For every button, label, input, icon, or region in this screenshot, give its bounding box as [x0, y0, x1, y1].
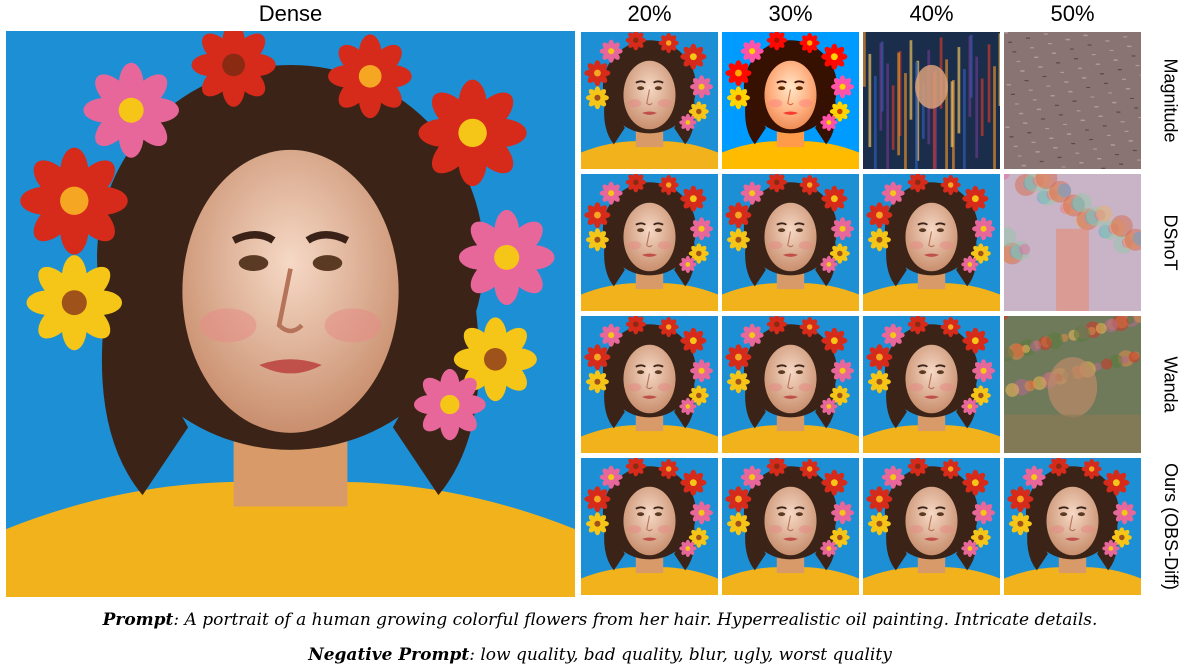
result-image-magnitude-20pct: [581, 32, 718, 169]
result-image-ours-50pct: [1004, 458, 1141, 595]
result-image-magnitude-40pct: [863, 32, 1000, 169]
row-label-magnitude: Magnitude: [1160, 58, 1181, 143]
sparsity-header-20: 20%: [627, 1, 672, 26]
result-image-ours-30pct: [722, 458, 859, 595]
prompt-line: Prompt: A portrait of a human growing co…: [0, 610, 1200, 630]
result-image-dsnot-20pct: [581, 174, 718, 311]
row-label-ours: Ours (OBS-Diff): [1160, 463, 1181, 590]
dense-portrait-image: [6, 31, 575, 597]
result-image-ours-20pct: [581, 458, 718, 595]
prompt-text: : A portrait of a human growing colorful…: [173, 610, 1098, 630]
prompt-label: Prompt: [102, 610, 174, 630]
negative-prompt-text: : low quality, bad quality, blur, ugly, …: [469, 645, 892, 665]
sparsity-header-40: 40%: [909, 1, 954, 26]
row-label-wanda: Wanda: [1160, 356, 1181, 413]
result-image-wanda-30pct: [722, 316, 859, 453]
result-image-ours-40pct: [863, 458, 1000, 595]
dense-header: Dense: [258, 1, 323, 26]
result-image-wanda-20pct: [581, 316, 718, 453]
result-image-magnitude-50pct: [1004, 32, 1141, 169]
negative-prompt-line: Negative Prompt: low quality, bad qualit…: [0, 645, 1200, 665]
result-image-wanda-50pct: [1004, 316, 1141, 453]
result-image-dsnot-30pct: [722, 174, 859, 311]
result-image-magnitude-30pct: [722, 32, 859, 169]
result-image-dsnot-50pct: [1004, 174, 1141, 311]
result-image-wanda-40pct: [863, 316, 1000, 453]
sparsity-header-50: 50%: [1050, 1, 1095, 26]
negative-prompt-label: Negative Prompt: [308, 645, 470, 665]
result-image-dsnot-40pct: [863, 174, 1000, 311]
row-label-dsnot: DSnoT: [1160, 214, 1181, 271]
sparsity-header-30: 30%: [768, 1, 813, 26]
